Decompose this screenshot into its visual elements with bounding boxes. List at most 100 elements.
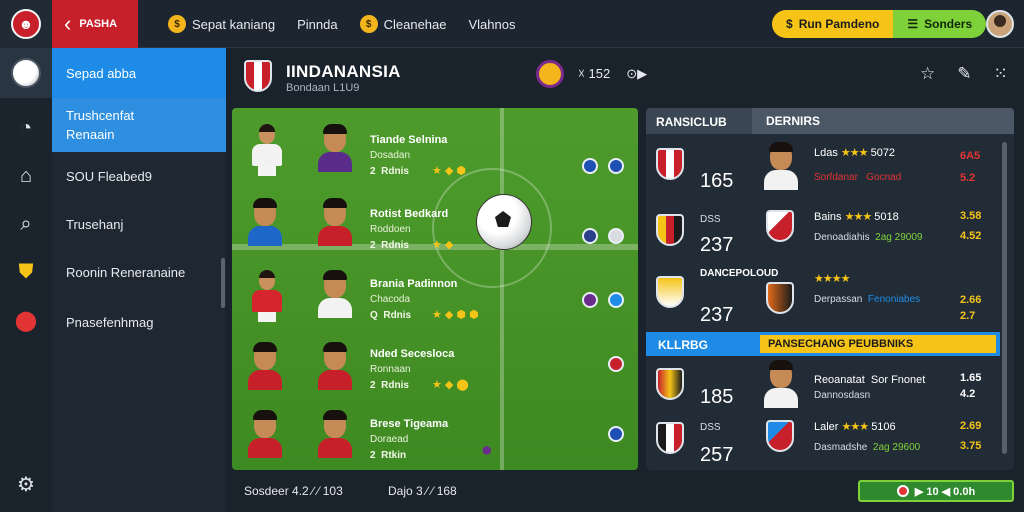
player-name: Nded Secesloca xyxy=(370,348,455,360)
nav-item-pinnda[interactable]: Pinnda xyxy=(297,17,337,32)
result-row[interactable]: 165 Ldas ★★★ 5072 Sorfdanar Gocnad 6A5 5… xyxy=(646,138,1014,204)
info-icon[interactable] xyxy=(608,158,624,174)
page-subtitle: Bondaan L1U9 xyxy=(286,82,360,94)
club-rail-button[interactable]: ⬤ xyxy=(10,304,42,336)
result-row[interactable]: DSS 257 Laler ★★★ 5106 Dasmadshe 2ag 296… xyxy=(646,412,1014,470)
mascot-icon: ☻ xyxy=(11,9,41,39)
home-rail-button[interactable]: ⌂ xyxy=(10,160,42,192)
nav-item-sepat[interactable]: $ Sepat kaniang xyxy=(168,15,275,33)
yellow-pill-button[interactable]: $ Run Pamdeno xyxy=(772,10,894,38)
result-sub: Sorfdanar Gocnad xyxy=(814,172,902,183)
info-icon[interactable] xyxy=(608,426,624,442)
info-icon[interactable] xyxy=(582,228,598,244)
result-title: ★★★★ xyxy=(814,273,850,285)
player-number: 2 Rdnis xyxy=(370,166,409,177)
coin-icon: $ xyxy=(786,17,793,31)
sidebar-item-trushcenfat[interactable]: Trushcenfat Renaain xyxy=(52,98,226,152)
player-portrait xyxy=(316,342,354,392)
back-button[interactable]: ‹ PASHA xyxy=(52,0,138,48)
star-icon[interactable]: ☆ xyxy=(920,64,935,84)
player-row[interactable]: Brese Tigeama Doraead 2 Rtkin ⬢ xyxy=(232,404,638,470)
result-value: 4.2 xyxy=(960,388,976,400)
club-crest-icon xyxy=(766,210,794,242)
user-avatar[interactable] xyxy=(986,10,1014,38)
result-row[interactable]: DANCEPOLOUD 237 ★★★★ Derpassan Fenoniabe… xyxy=(646,266,1014,332)
club-crest-icon xyxy=(656,148,684,180)
page-title: IINDANANSIA xyxy=(286,62,401,81)
player-name: Tiande Selnina xyxy=(370,134,448,146)
search-rail-button[interactable]: ⌕ xyxy=(10,208,42,240)
coin-icon: $ xyxy=(168,15,186,33)
result-value: 1.65 xyxy=(960,372,982,384)
header-stat-a: ☓ 152 xyxy=(578,66,611,81)
player-figure xyxy=(250,124,284,180)
gear-icon: ⚙ xyxy=(17,473,35,496)
info-icon[interactable] xyxy=(608,292,624,308)
result-score: 165 xyxy=(700,170,734,192)
player-row[interactable]: Nded Secesloca Ronnaan 2 Rdnis ★ ◆ ⬤ xyxy=(232,334,638,404)
trophy-icon: ★ ◆ ⬢ ⬢ xyxy=(432,309,479,321)
squad-pitch-panel: Tiande Selnina Dosadan 2 Rdnis ★ ◆ ⬢ Rot… xyxy=(232,108,638,470)
grid-icon[interactable]: ⁙ xyxy=(994,64,1008,84)
sidebar-item-trusehanj[interactable]: Trusehanj xyxy=(52,206,226,242)
result-value: 6A5 xyxy=(960,150,981,162)
app-logo[interactable]: ☻ xyxy=(0,0,52,48)
nav-label: Sepat kaniang xyxy=(192,16,276,32)
sidebar-item-label: Sepad abba xyxy=(66,65,137,81)
football-rail-button[interactable] xyxy=(0,48,52,98)
player-portrait xyxy=(762,142,800,192)
club-badge-icon: ⬢ xyxy=(482,445,492,457)
sidebar-item-label: Pnasefenhmag xyxy=(66,314,154,330)
result-title: Bains ★★★ 5018 xyxy=(814,211,899,223)
wrench-icon[interactable]: ✎ xyxy=(957,64,971,84)
shield-rail-button[interactable]: ⛊ xyxy=(10,256,42,288)
results-tabs: RANSICLUB DERNIRS xyxy=(646,108,1014,134)
player-position: Doraead xyxy=(370,434,409,445)
player-position: Ronnaan xyxy=(370,364,411,375)
league-badge-icon xyxy=(536,60,564,88)
tab-dernirs[interactable]: DERNIRS xyxy=(752,108,1014,134)
player-name: Brese Tigeama xyxy=(370,418,449,430)
trophy-icon: ★ ◆ ⬢ xyxy=(432,165,467,177)
sidebar-item-sou[interactable]: SOU Fleabed9 xyxy=(52,158,226,194)
result-row[interactable]: DSS 237 Bains ★★★ 5018 Denoadiahis 2ag 2… xyxy=(646,204,1014,270)
pill-label: Sonders xyxy=(924,17,973,31)
sidebar-item-pnasefenhmag[interactable]: Pnasefenhmag xyxy=(52,304,226,340)
tab-ransiclub[interactable]: RANSICLUB xyxy=(656,115,727,129)
player-portrait xyxy=(246,198,284,248)
coin-icon: $ xyxy=(359,15,378,33)
result-code: DANCEPOLOUD xyxy=(700,268,779,279)
result-value: 4.52 xyxy=(960,230,982,242)
results-scrollbar[interactable] xyxy=(1002,142,1007,454)
result-sub: Denoadiahis 2ag 29009 xyxy=(814,232,923,243)
stats-rail-button[interactable]: ◔ xyxy=(10,112,42,144)
info-icon[interactable] xyxy=(582,292,598,308)
player-row[interactable]: Tiande Selnina Dosadan 2 Rdnis ★ ◆ ⬢ xyxy=(232,118,638,188)
player-number: 2 Rdnis xyxy=(370,240,409,251)
player-portrait xyxy=(246,410,284,460)
footer-stat-b: Dajo 3 ⁄ ⁄ 168 xyxy=(388,484,457,498)
info-icon[interactable] xyxy=(582,158,598,174)
header-stat-b[interactable]: ⊙▶ xyxy=(626,66,647,82)
result-value: 5.2 xyxy=(960,172,976,184)
sidebar-item-sepad[interactable]: Sepad abba xyxy=(52,48,226,98)
banner-right-label[interactable]: PANSECHANG PEUBBNIKS xyxy=(760,335,996,353)
result-title: Reoanatat Sor Fnonet xyxy=(814,374,926,386)
menu-icon: ☰ xyxy=(907,17,919,31)
sidebar-scrollbar[interactable] xyxy=(221,258,225,308)
player-position: Dosadan xyxy=(370,150,411,161)
player-row[interactable]: Rotist Bedkard Roddoen 2 Rdnis ★ ◆ xyxy=(232,190,638,260)
player-figure xyxy=(250,270,284,326)
green-pill-button[interactable]: ☰ Sonders xyxy=(893,10,987,38)
player-row[interactable]: Brania Padinnon Chacoda Q Rdnis ★ ◆ ⬢ ⬢ xyxy=(232,262,638,332)
sidebar-item-roonin[interactable]: Roonin Reneranaine xyxy=(52,254,226,290)
sidebar-item-label: Trushcenfat Renaain xyxy=(66,108,135,142)
nav-item-vlahnos[interactable]: Vlahnos xyxy=(469,17,516,32)
trophy-icon: ★ ◆ ⬤ xyxy=(432,379,469,391)
settings-rail-button[interactable]: ⚙ xyxy=(10,468,42,500)
info-icon[interactable] xyxy=(608,356,624,372)
result-title: Ldas ★★★ 5072 xyxy=(814,147,896,159)
play-button[interactable]: ▶ 10 ◀ 0.0h xyxy=(858,480,1014,502)
nav-item-cleanehae[interactable]: $ Cleanehae xyxy=(359,15,447,33)
info-icon[interactable] xyxy=(608,228,624,244)
